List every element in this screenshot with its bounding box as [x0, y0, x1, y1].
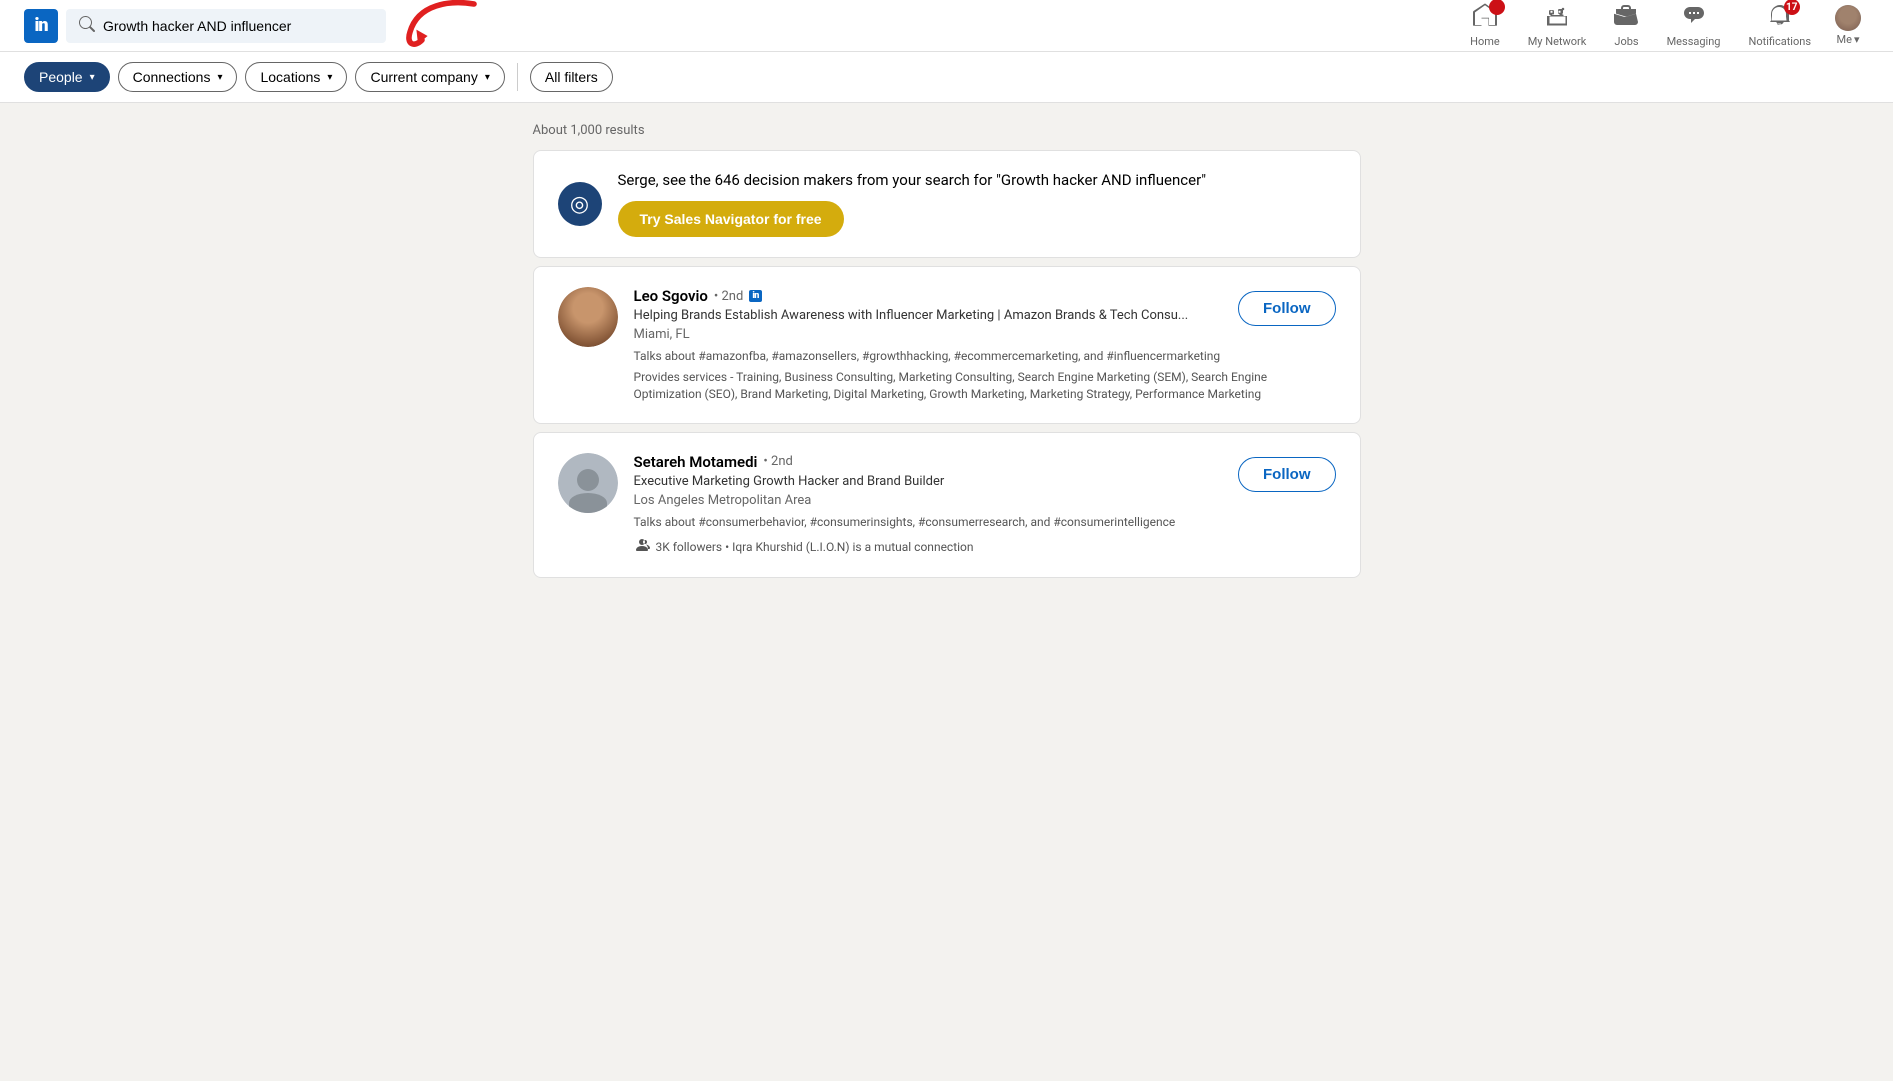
home-label: Home [1470, 35, 1500, 48]
connections-filter-button[interactable]: Connections ▾ [118, 62, 238, 92]
person-name-row-leo: Leo Sgovio • 2nd in [634, 287, 1336, 305]
person-name-leo[interactable]: Leo Sgovio [634, 287, 708, 305]
nav-my-network[interactable]: My Network [1516, 0, 1599, 52]
person-followers-text: 3K followers • Iqra Khurshid (L.I.O.N) i… [656, 540, 974, 554]
results-count: About 1,000 results [533, 123, 1361, 138]
person-avatar-leo [558, 287, 618, 347]
person-name-setareh[interactable]: Setareh Motamedi [634, 453, 758, 471]
follow-button-setareh[interactable]: Follow [1238, 457, 1336, 492]
me-label: Me [1837, 33, 1852, 46]
person-avatar-setareh [558, 453, 618, 513]
follow-button-leo[interactable]: Follow [1238, 291, 1336, 326]
person-followers-row-setareh: 3K followers • Iqra Khurshid (L.I.O.N) i… [634, 537, 1336, 557]
person-headline-leo: Helping Brands Establish Awareness with … [634, 307, 1336, 325]
connections-chevron-icon: ▾ [217, 72, 222, 83]
locations-chevron-icon: ▾ [327, 72, 332, 83]
my-network-label: My Network [1528, 35, 1587, 48]
header: in Home [0, 0, 1893, 52]
try-sales-navigator-button[interactable]: Try Sales Navigator for free [618, 201, 844, 237]
messaging-label: Messaging [1667, 35, 1721, 48]
nav-home[interactable]: Home [1458, 0, 1512, 52]
me-chevron-icon: ▾ [1854, 33, 1860, 46]
person-info-setareh: Setareh Motamedi • 2nd Executive Marketi… [634, 453, 1336, 557]
jobs-label: Jobs [1614, 35, 1638, 48]
sales-nav-title: Serge, see the 646 decision makers from … [618, 171, 1336, 189]
nav-jobs[interactable]: Jobs [1602, 0, 1650, 52]
notifications-label: Notifications [1748, 35, 1811, 48]
people-chevron-icon: ▾ [90, 72, 95, 83]
linkedin-open-badge-leo: in [749, 290, 762, 302]
home-icon [1473, 3, 1497, 33]
messaging-icon [1682, 3, 1706, 33]
nav-notifications[interactable]: 17 Notifications [1736, 0, 1823, 52]
nav-me[interactable]: Me ▾ [1827, 0, 1869, 52]
person-services-leo: Provides services - Training, Business C… [634, 369, 1336, 403]
person-location-leo: Miami, FL [634, 327, 1336, 342]
home-badge [1489, 0, 1505, 15]
notifications-badge: 17 [1784, 0, 1800, 15]
current-company-filter-button[interactable]: Current company ▾ [355, 62, 504, 92]
nav-messaging[interactable]: Messaging [1655, 0, 1733, 52]
red-arrow-annotation [402, 0, 482, 58]
filter-separator [517, 63, 518, 91]
current-company-chevron-icon: ▾ [485, 72, 490, 83]
main-content: About 1,000 results ◎ Serge, see the 646… [517, 123, 1377, 578]
search-input[interactable] [103, 18, 373, 34]
followers-icon [634, 537, 650, 557]
locations-filter-button[interactable]: Locations ▾ [245, 62, 347, 92]
search-icon [79, 16, 95, 36]
person-location-setareh: Los Angeles Metropolitan Area [634, 493, 1336, 508]
person-card-setareh: Setareh Motamedi • 2nd Executive Marketi… [533, 432, 1361, 578]
person-name-row-setareh: Setareh Motamedi • 2nd [634, 453, 1336, 471]
nav-items: Home My Network Jobs [1458, 0, 1869, 52]
avatar [1835, 5, 1861, 31]
compass-icon: ◎ [558, 182, 602, 226]
my-network-icon [1545, 3, 1569, 33]
all-filters-button[interactable]: All filters [530, 62, 613, 92]
connection-degree-setareh: • 2nd [763, 454, 792, 469]
filter-bar: People ▾ Connections ▾ Locations ▾ Curre… [0, 52, 1893, 103]
person-talks-leo: Talks about #amazonfba, #amazonsellers, … [634, 348, 1336, 365]
sales-navigator-card: ◎ Serge, see the 646 decision makers fro… [533, 150, 1361, 258]
person-info-leo: Leo Sgovio • 2nd in Helping Brands Estab… [634, 287, 1336, 403]
people-filter-button[interactable]: People ▾ [24, 62, 110, 92]
notifications-icon: 17 [1768, 3, 1792, 33]
person-card-leo: Leo Sgovio • 2nd in Helping Brands Estab… [533, 266, 1361, 424]
search-bar [66, 9, 386, 43]
connection-degree-leo: • 2nd [714, 289, 743, 304]
person-headline-setareh: Executive Marketing Growth Hacker and Br… [634, 473, 1336, 491]
linkedin-logo[interactable]: in [24, 9, 58, 43]
person-talks-setareh: Talks about #consumerbehavior, #consumer… [634, 514, 1336, 531]
jobs-icon [1614, 3, 1638, 33]
sales-nav-text: Serge, see the 646 decision makers from … [618, 171, 1336, 237]
